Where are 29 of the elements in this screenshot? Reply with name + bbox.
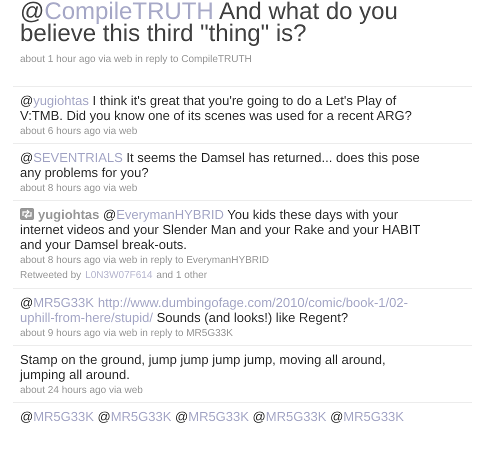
- mention-link[interactable]: MR5G33K: [33, 409, 94, 424]
- mention-link[interactable]: yugiohtas: [33, 93, 89, 108]
- mention-link[interactable]: SEVENTRIALS: [33, 150, 123, 165]
- tweet-meta: about 8 hours ago via web in reply to EverymanHYBRID: [20, 254, 270, 267]
- mention-link[interactable]: MR5G33K: [110, 409, 172, 424]
- tweet-meta: about 9 hours ago via web in reply to MR5G33K: [20, 327, 234, 340]
- mention-link[interactable]: EverymanHYBRID: [116, 207, 224, 222]
- tweet-text: yugiohtas @EverymanHYBRID You kids these days with your internet videos and your Slender Man and your Rake and your HABIT and your Damsel break-outs.: [20, 207, 422, 252]
- tweet-meta: about 6 hours ago via web: [20, 125, 138, 138]
- retweet-label: Retweeted by: [20, 269, 82, 283]
- tweet-meta: about 1 hour ago via web in reply to CompileTRUTH: [20, 53, 253, 66]
- author-link[interactable]: yugiohtas: [38, 207, 100, 222]
- mention-link[interactable]: MR5G33K: [33, 295, 94, 310]
- tweet-meta: about 8 hours ago via web: [20, 182, 138, 195]
- tweet-meta: about 24 hours ago via web: [20, 384, 144, 397]
- mention-link[interactable]: MR5G33K: [266, 409, 326, 424]
- mention-link[interactable]: CompileTRUTH: [44, 0, 214, 25]
- retweet-label: and 1 other: [156, 269, 208, 283]
- tweet-text: @CompileTRUTH And what do you believe this third "thing" is?: [20, 1, 399, 45]
- tweet-text: @MR5G33K @MR5G33K @MR5G33K @MR5G33K @MR5G33K: [20, 409, 405, 424]
- retweeter-link[interactable]: L0N3W07F614: [85, 269, 152, 283]
- url-link[interactable]: uphill-from-here/stupid/: [20, 310, 153, 325]
- tweet-text: @yugiohtas I think it's great that you're going to do a Let's Play of V:TMB. Did you know one of its scenes was used for a recent ARG?: [20, 93, 413, 123]
- tweet-text: @SEVENTRIALS It seems the Damsel has returned... does this pose any problems for you?: [20, 150, 421, 180]
- mention-link[interactable]: MR5G33K: [343, 409, 404, 424]
- tweet-text: Stamp on the ground, jump jump jump jump, moving all around, jumping all around.: [20, 352, 387, 382]
- tweet-text: @MR5G33K http://www.dumbingofage.com/2010/comic/book-1/02- uphill-from-here/stupid/ Sounds (and looks!) like Regent?: [20, 295, 409, 325]
- mention-link[interactable]: MR5G33K: [188, 409, 249, 424]
- url-link[interactable]: http://www.dumbingofage.com/2010/comic/book-1/02-: [98, 295, 408, 310]
